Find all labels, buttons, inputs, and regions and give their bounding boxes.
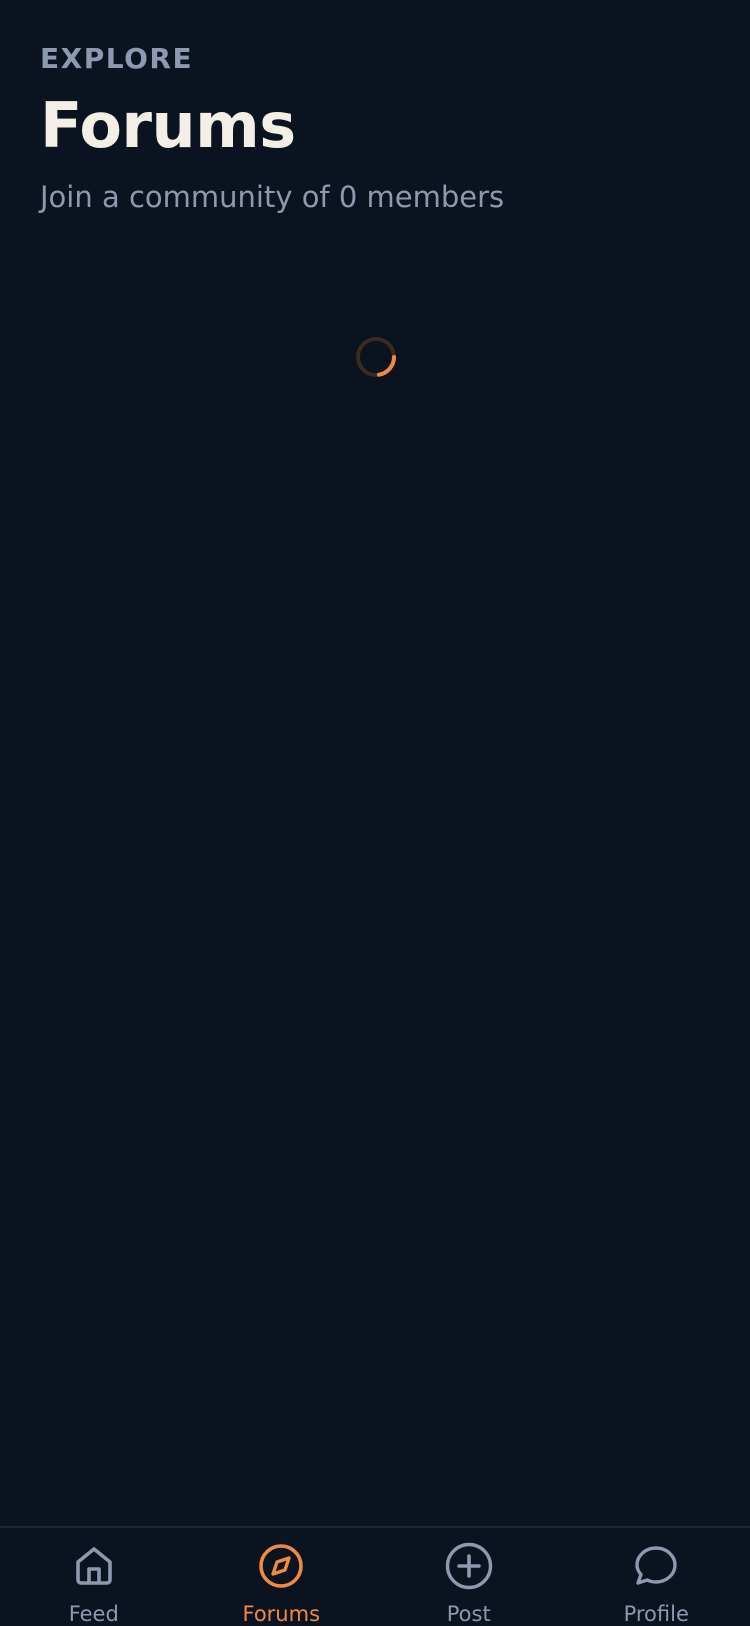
tab-label: Forums: [242, 1602, 320, 1626]
compass-icon: [256, 1542, 306, 1590]
tab-forums[interactable]: Forums: [188, 1528, 376, 1626]
spinner-icon: [355, 336, 397, 378]
page-header: EXPLORE Forums Join a community of 0 mem…: [40, 40, 710, 216]
tab-label: Feed: [69, 1602, 119, 1626]
tab-label: Post: [447, 1602, 491, 1626]
tab-feed[interactable]: Feed: [0, 1528, 188, 1626]
tab-label: Profile: [624, 1602, 689, 1626]
section-eyebrow: EXPLORE: [40, 40, 710, 78]
page-title: Forums: [40, 90, 710, 162]
chat-bubble-icon: [631, 1542, 681, 1590]
tab-post[interactable]: Post: [375, 1528, 563, 1626]
home-icon: [69, 1542, 119, 1590]
page-subtitle: Join a community of 0 members: [40, 178, 710, 216]
plus-circle-icon: [444, 1542, 494, 1590]
bottom-tab-bar: Feed Forums Post Profile: [0, 1526, 750, 1626]
tab-profile[interactable]: Profile: [563, 1528, 750, 1626]
